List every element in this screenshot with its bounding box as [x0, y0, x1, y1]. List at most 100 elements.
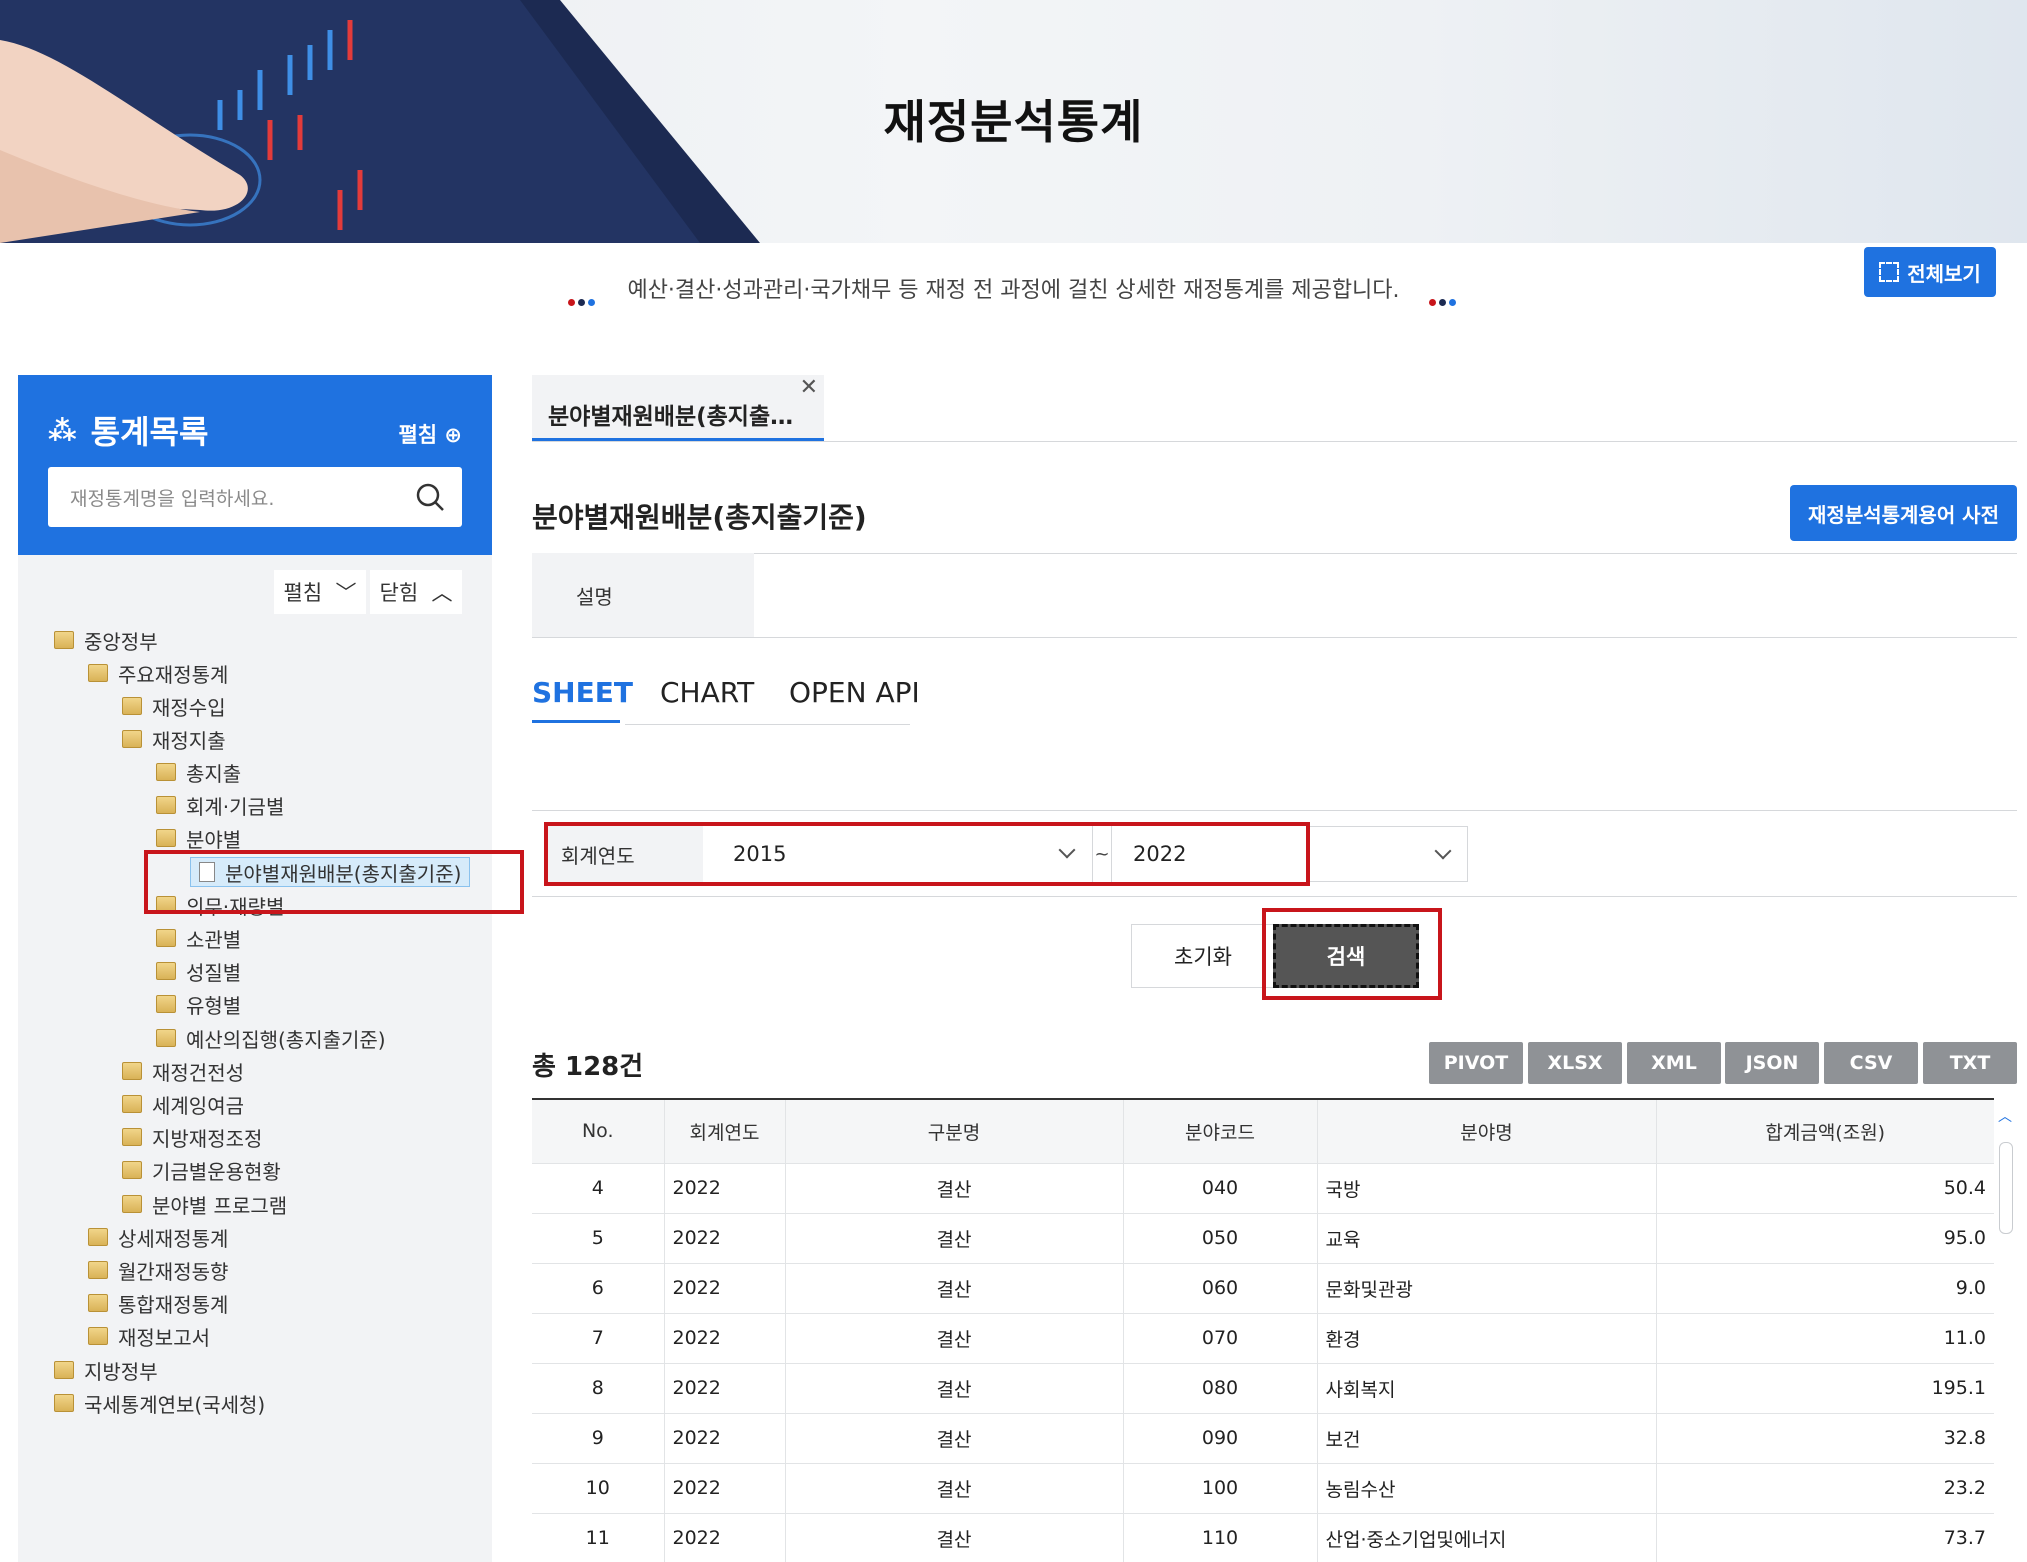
tab-chart[interactable]: CHART: [660, 676, 754, 709]
fullview-button[interactable]: 전체보기: [1864, 247, 1996, 297]
column-header[interactable]: 분야코드: [1123, 1099, 1318, 1163]
pivot-button[interactable]: PIVOT: [1429, 1042, 1523, 1084]
tree-item[interactable]: 중앙정부: [54, 625, 158, 655]
tree-item-label: 통합재정통계: [118, 1292, 229, 1317]
tab-stat[interactable]: 분야별재원배분(총지출… ✕: [532, 375, 824, 441]
table-row[interactable]: 8 2022 결산 080 사회복지 195.1: [532, 1362, 1994, 1413]
csv-button[interactable]: CSV: [1824, 1042, 1918, 1084]
tree-item[interactable]: 상세재정통계: [88, 1222, 228, 1252]
tree-item[interactable]: 세계잉여금: [122, 1089, 244, 1119]
search-icon[interactable]: [414, 481, 446, 513]
table-row[interactable]: 5 2022 결산 050 교육 95.0: [532, 1212, 1994, 1263]
table-cell: 농림수산: [1317, 1462, 1657, 1513]
xml-button[interactable]: XML: [1627, 1042, 1721, 1084]
tree-item[interactable]: 지방재정조정: [122, 1122, 262, 1152]
tree-item-label: 중앙정부: [84, 629, 158, 654]
tree-item-label: 총지출: [186, 761, 242, 786]
folder-icon: [156, 796, 176, 814]
data-table: No. 회계연도 구분명 분야코드 분야명 합계금액(조원) 4 2022 결산 04…: [532, 1098, 1994, 1562]
column-header[interactable]: No.: [532, 1099, 665, 1163]
sidebar-search-input[interactable]: 재정통계명을 입력하세요.: [48, 467, 462, 527]
table-row[interactable]: 10 2022 결산 100 농림수산 23.2: [532, 1462, 1994, 1513]
folder-icon: [122, 1062, 142, 1080]
scrollbar-thumb[interactable]: [1999, 1142, 2013, 1234]
page-banner-title: 재정분석통계: [883, 95, 1144, 149]
table-cell: 2022: [664, 1262, 786, 1313]
tree-item-label: 주요재정통계: [118, 662, 229, 687]
sidebar: ⁂ 통계목록 펼침 ⊕ 재정통계명을 입력하세요. 펼침 ﹀ 닫힘 ︿ 중앙정부…: [18, 375, 492, 1562]
tree-item[interactable]: 재정건전성: [122, 1056, 244, 1086]
table-cell: 6: [532, 1262, 665, 1313]
table-cell: 2022: [664, 1312, 786, 1363]
txt-button[interactable]: TXT: [1923, 1042, 2017, 1084]
table-cell: 23.2: [1656, 1462, 1994, 1513]
divider: [532, 896, 2017, 897]
tree-item[interactable]: 소관별: [156, 923, 241, 953]
tree-item[interactable]: 국세통계연보(국세청): [54, 1388, 265, 1418]
tree-item[interactable]: 유형별: [156, 989, 241, 1019]
column-header[interactable]: 합계금액(조원): [1656, 1099, 1994, 1163]
chevron-up-icon: ︿: [431, 581, 453, 605]
tree-item[interactable]: 통합재정통계: [88, 1288, 228, 1318]
table-cell: 10: [532, 1462, 665, 1513]
tab-sheet[interactable]: SHEET: [532, 676, 633, 709]
column-header[interactable]: 분야명: [1317, 1099, 1657, 1163]
json-button[interactable]: JSON: [1725, 1042, 1819, 1084]
tree-item[interactable]: 분야별: [156, 823, 241, 853]
table-cell: 결산: [785, 1512, 1124, 1562]
tree-expand-button[interactable]: 펼침 ﹀: [274, 570, 366, 614]
table-row[interactable]: 4 2022 결산 040 국방 50.4: [532, 1162, 1994, 1213]
tree-item[interactable]: 분야별 프로그램: [122, 1189, 287, 1219]
tree-item[interactable]: 총지출: [156, 757, 241, 787]
sidebar-expand-button[interactable]: 펼침 ⊕: [398, 419, 462, 449]
chevron-up-icon[interactable]: ︿: [1998, 1106, 2012, 1126]
column-header[interactable]: 구분명: [785, 1099, 1124, 1163]
table-cell: 090: [1123, 1412, 1318, 1463]
folder-icon: [88, 664, 108, 682]
divider: [532, 810, 2017, 811]
tree-collapse-button[interactable]: 닫힘 ︿: [370, 570, 462, 614]
tree-item-label: 지방재정조정: [152, 1126, 263, 1151]
tree-item-label: 재정수입: [152, 695, 226, 720]
tree-item[interactable]: 재정수입: [122, 691, 226, 721]
sidebar-title-text: 통계목록: [90, 413, 209, 451]
folder-icon: [156, 929, 176, 947]
tree-item[interactable]: 재정보고서: [88, 1321, 210, 1351]
table-cell: 보건: [1317, 1412, 1657, 1463]
table-cell: 5: [532, 1212, 665, 1263]
close-icon[interactable]: ✕: [800, 375, 818, 400]
tree-item-label: 재정지출: [152, 728, 226, 753]
year-to-dropdown[interactable]: [1310, 826, 1468, 882]
folder-icon: [88, 1294, 108, 1312]
tab-open-api[interactable]: OPEN API: [789, 676, 920, 709]
dictionary-button[interactable]: 재정분석통계용어 사전: [1790, 485, 2017, 541]
table-cell: 2022: [664, 1162, 786, 1213]
tree-item[interactable]: 성질별: [156, 956, 241, 986]
tree-item[interactable]: 기금별운용현황: [122, 1155, 281, 1185]
xlsx-button[interactable]: XLSX: [1528, 1042, 1622, 1084]
tab-label: 분야별재원배분(총지출…: [548, 404, 794, 430]
tree-item[interactable]: 주요재정통계: [88, 658, 228, 688]
table-row[interactable]: 7 2022 결산 070 환경 11.0: [532, 1312, 1994, 1363]
folder-icon: [156, 1029, 176, 1047]
table-cell: 교육: [1317, 1212, 1657, 1263]
table-header-row: No. 회계연도 구분명 분야코드 분야명 합계금액(조원): [532, 1099, 1994, 1163]
tree-item-label: 재정건전성: [152, 1060, 244, 1085]
table-row[interactable]: 9 2022 결산 090 보건 32.8: [532, 1412, 1994, 1463]
tree-item-label: 상세재정통계: [118, 1226, 229, 1251]
reset-button[interactable]: 초기화: [1131, 924, 1275, 988]
tree-item[interactable]: 재정지출: [122, 724, 226, 754]
table-cell: 9.0: [1656, 1262, 1994, 1313]
tree-item[interactable]: 월간재정동향: [88, 1255, 228, 1285]
table-row[interactable]: 6 2022 결산 060 문화및관광 9.0: [532, 1262, 1994, 1313]
folder-icon: [156, 995, 176, 1013]
tree-item[interactable]: 지방정부: [54, 1355, 158, 1385]
table-cell: 7: [532, 1312, 665, 1363]
column-header[interactable]: 회계연도: [664, 1099, 786, 1163]
tree-item[interactable]: 회계·기금별: [156, 790, 284, 820]
divider: [532, 553, 2017, 554]
folder-icon: [156, 763, 176, 781]
tree-expand-label: 펼침: [283, 581, 323, 605]
tree-item[interactable]: 예산의집행(총지출기준): [156, 1023, 386, 1053]
table-row[interactable]: 11 2022 결산 110 산업·중소기업및에너지 73.7: [532, 1512, 1994, 1562]
